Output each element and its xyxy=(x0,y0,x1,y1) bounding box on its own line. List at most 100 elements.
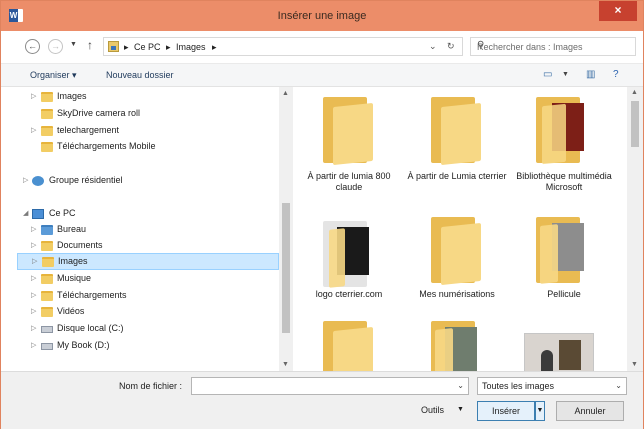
expand-arrow-icon[interactable]: ▷ xyxy=(31,225,36,233)
preview-pane-icon[interactable]: ▥ xyxy=(586,69,595,80)
tree-item-telechargements-mobile[interactable]: Téléchargements Mobile xyxy=(31,139,271,155)
tree-label: telechargement xyxy=(57,125,120,135)
chevron-right-icon[interactable]: ▸ xyxy=(124,42,129,53)
tree-label: Documents xyxy=(57,240,103,250)
logo-folder-icon xyxy=(323,217,373,288)
tree-item-images-top[interactable]: ▷ Images xyxy=(31,89,271,105)
tile-label: logo cterrier.com xyxy=(315,289,383,299)
expand-arrow-icon[interactable]: ▷ xyxy=(31,307,36,315)
chevron-right-icon[interactable]: ▸ xyxy=(212,42,217,53)
up-button[interactable]: ↑ xyxy=(87,38,93,52)
title-bar: W Insérer une image × xyxy=(1,1,643,31)
cancel-button[interactable]: Annuler xyxy=(556,401,624,421)
view-dropdown-icon[interactable]: ▼ xyxy=(562,71,569,78)
chevron-down-icon[interactable]: ⌄ xyxy=(615,381,622,390)
tools-button[interactable]: Outils xyxy=(421,405,444,415)
expand-arrow-icon[interactable]: ▷ xyxy=(23,176,28,184)
navigation-pane: ▷ Images SkyDrive camera roll ▷ telechar… xyxy=(1,87,293,371)
downloads-folder-icon xyxy=(41,291,53,301)
documents-folder-icon xyxy=(41,241,53,251)
bottom-bar: Nom de fichier : ⌄ Toutes les images ⌄ O… xyxy=(1,371,643,429)
insert-button[interactable]: Insérer xyxy=(477,401,535,421)
collapse-arrow-icon[interactable]: ◢ xyxy=(23,209,28,217)
tree-label: Disque local (C:) xyxy=(57,323,124,333)
chevron-down-icon[interactable]: ⌄ xyxy=(457,381,464,390)
scroll-down-icon[interactable]: ▼ xyxy=(282,361,289,368)
computer-icon xyxy=(32,209,44,219)
filename-input[interactable]: ⌄ xyxy=(191,377,469,395)
scrollbar-thumb[interactable] xyxy=(631,101,639,147)
help-icon[interactable]: ? xyxy=(613,69,619,80)
folder-icon xyxy=(323,93,373,166)
image-thumbnail xyxy=(524,333,594,371)
images-folder-icon xyxy=(41,92,53,102)
tree-item-groupe-residentiel[interactable]: ▷ Groupe résidentiel xyxy=(23,173,273,189)
expand-arrow-icon[interactable]: ▷ xyxy=(31,341,36,349)
expand-arrow-icon[interactable]: ▷ xyxy=(31,126,36,134)
chevron-right-icon[interactable]: ▸ xyxy=(166,42,171,53)
scroll-up-icon[interactable]: ▲ xyxy=(282,90,289,97)
external-drive-icon xyxy=(41,343,53,350)
breadcrumb-images[interactable]: Images xyxy=(176,42,206,52)
tree-item-telechargement[interactable]: ▷ telechargement xyxy=(31,123,271,139)
content-scrollbar[interactable]: ▲ ▼ xyxy=(627,87,643,371)
folder-icon xyxy=(431,213,481,286)
music-folder-icon xyxy=(41,274,53,284)
recent-locations-dropdown[interactable]: ▼ xyxy=(70,41,77,48)
tile-label: À partir de Lumia cterrier xyxy=(407,171,507,181)
tools-dropdown-icon[interactable]: ▼ xyxy=(457,406,464,413)
tile-label: Bibliothèque multimédia Microsoft xyxy=(516,171,612,192)
insert-options-dropdown[interactable]: ▼ xyxy=(535,401,545,421)
refresh-icon[interactable]: ↻ xyxy=(447,41,455,52)
tree-item-musique[interactable]: ▷ Musique xyxy=(31,271,271,287)
expand-arrow-icon[interactable]: ▷ xyxy=(31,324,36,332)
expand-arrow-icon[interactable]: ▷ xyxy=(31,274,36,282)
tree-item-skydrive[interactable]: SkyDrive camera roll xyxy=(31,106,271,122)
tree-item-bureau[interactable]: ▷ Bureau xyxy=(31,222,271,238)
tree-item-my-book[interactable]: ▷ My Book (D:) xyxy=(31,338,271,354)
tile-label: Mes numérisations xyxy=(419,289,495,299)
pictures-folder-icon xyxy=(42,257,54,267)
view-options-icon[interactable]: ▭ xyxy=(543,69,552,80)
tree-label: My Book (D:) xyxy=(57,340,110,350)
tree-item-disque-local[interactable]: ▷ Disque local (C:) xyxy=(31,321,271,337)
forward-button[interactable]: → xyxy=(48,39,63,54)
tree-label: Ce PC xyxy=(49,208,76,218)
tree-item-documents[interactable]: ▷ Documents xyxy=(31,238,271,254)
tile-label: À partir de lumia 800 claude xyxy=(307,171,391,192)
tree-item-telechargements[interactable]: ▷ Téléchargements xyxy=(31,288,271,304)
expand-arrow-icon[interactable]: ▷ xyxy=(31,92,36,100)
tree-label: SkyDrive camera roll xyxy=(57,108,141,118)
back-button[interactable]: ← xyxy=(25,39,40,54)
folder-icon xyxy=(41,109,53,119)
expand-arrow-icon[interactable]: ▷ xyxy=(31,291,36,299)
navigation-scrollbar[interactable]: ▲ ▼ xyxy=(279,87,293,371)
tree-item-images[interactable]: ▷ Images xyxy=(17,253,279,270)
scrollbar-thumb[interactable] xyxy=(282,203,290,333)
videos-folder-icon xyxy=(41,307,53,317)
address-dropdown-icon[interactable]: ⌄ xyxy=(429,41,437,52)
new-folder-button[interactable]: Nouveau dossier xyxy=(106,70,174,80)
filename-label: Nom de fichier : xyxy=(119,381,183,391)
homegroup-icon xyxy=(32,176,44,186)
address-bar[interactable]: ▸ Ce PC ▸ Images ▸ ⌄ ↻ xyxy=(103,37,463,56)
folder-icon xyxy=(41,142,53,152)
file-type-select[interactable]: Toutes les images ⌄ xyxy=(477,377,627,395)
expand-arrow-icon[interactable]: ▷ xyxy=(32,257,37,265)
search-icon[interactable]: ⚲ xyxy=(477,40,629,51)
file-type-value: Toutes les images xyxy=(482,381,555,391)
pictures-library-icon xyxy=(108,41,119,52)
scroll-up-icon[interactable]: ▲ xyxy=(631,89,638,96)
window-title: Insérer une image xyxy=(277,10,367,22)
search-input[interactable]: Rechercher dans : Images ⚲ xyxy=(470,37,636,56)
tree-label: Images xyxy=(58,256,88,266)
close-button[interactable]: × xyxy=(599,1,637,21)
scroll-down-icon[interactable]: ▼ xyxy=(631,361,638,368)
organize-button[interactable]: Organiser ▾ xyxy=(30,70,77,81)
tree-item-videos[interactable]: ▷ Vidéos xyxy=(31,304,271,320)
tree-label: Bureau xyxy=(57,224,87,234)
tree-item-ce-pc[interactable]: ◢ Ce PC xyxy=(23,206,273,222)
breadcrumb-ce-pc[interactable]: Ce PC xyxy=(134,42,161,52)
expand-arrow-icon[interactable]: ▷ xyxy=(31,241,36,249)
address-row: ← → ▼ ↑ ▸ Ce PC ▸ Images ▸ ⌄ ↻ Recherche… xyxy=(1,31,643,63)
